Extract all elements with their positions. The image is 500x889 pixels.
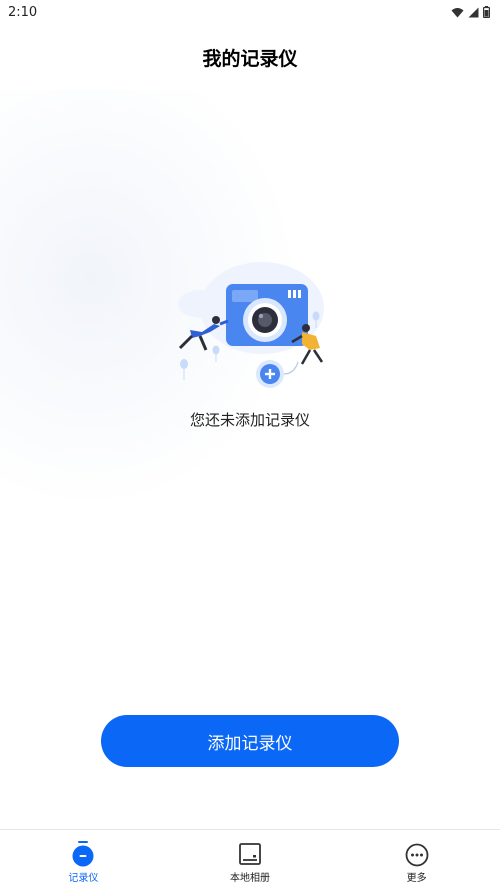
status-bar: 2:10 [0,0,500,24]
tab-local-album-label: 本地相册 [230,873,270,884]
recorder-icon [72,841,94,867]
tab-local-album[interactable]: 本地相册 [167,830,334,889]
bottom-tab-bar: 记录仪 本地相册 更多 [0,829,500,889]
status-icons [451,6,490,18]
add-recorder-button[interactable]: 添加记录仪 [101,715,399,767]
tab-more[interactable]: 更多 [333,830,500,889]
empty-state-message: 您还未添加记录仪 [189,411,310,429]
empty-state-illustration [178,262,324,388]
album-icon [239,843,261,865]
page-title: 我的记录仪 [202,48,298,70]
wifi-icon [451,7,464,17]
tab-more-label: 更多 [406,873,427,884]
more-icon [405,843,429,867]
status-time: 2:10 [8,4,38,20]
cellular-signal-icon [468,7,479,17]
battery-icon [483,6,490,18]
tab-recorder[interactable]: 记录仪 [0,830,167,889]
tab-recorder-label: 记录仪 [68,873,99,884]
